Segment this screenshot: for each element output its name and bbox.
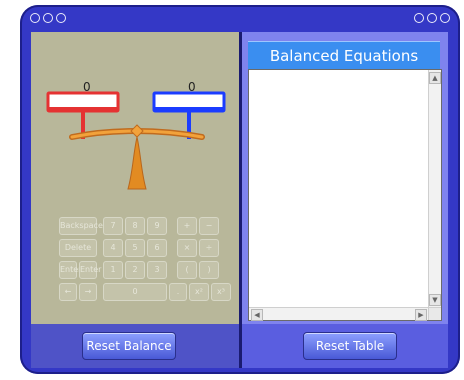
scroll-down-arrow-icon[interactable]: ▼ (429, 294, 441, 306)
key-8[interactable]: 8 (125, 217, 145, 235)
vertical-scrollbar[interactable]: ▲ ▼ (428, 70, 441, 308)
key-plus[interactable]: + (177, 217, 197, 235)
window-dot-5 (427, 13, 437, 23)
right-pan-base (154, 107, 224, 111)
key-left-arrow[interactable]: ← (59, 283, 77, 301)
key-6[interactable]: 6 (147, 239, 167, 257)
window-dot-4 (414, 13, 424, 23)
balanced-equations-table[interactable]: ▲ ▼ ◀ ▶ (248, 69, 442, 321)
scroll-right-arrow-icon[interactable]: ▶ (415, 309, 427, 321)
key-close-paren[interactable]: ) (199, 261, 219, 279)
scroll-up-arrow-icon[interactable]: ▲ (429, 72, 441, 84)
key-minus[interactable]: − (199, 217, 219, 235)
key-1[interactable]: 1 (103, 261, 123, 279)
pivot-diamond (130, 124, 144, 138)
keypad: Backspace 7 8 9 + − Delete 4 5 6 × ÷ Ent… (59, 217, 247, 303)
key-multiply[interactable]: × (177, 239, 197, 257)
key-9[interactable]: 9 (147, 217, 167, 235)
window-dot-6 (440, 13, 450, 23)
key-5[interactable]: 5 (125, 239, 145, 257)
key-4[interactable]: 4 (103, 239, 123, 257)
key-0[interactable]: 0 (103, 283, 167, 301)
scroll-left-arrow-icon[interactable]: ◀ (251, 309, 263, 321)
key-x-cubed[interactable]: x³ (211, 283, 231, 301)
key-2[interactable]: 2 (125, 261, 145, 279)
key-7[interactable]: 7 (103, 217, 123, 235)
key-decimal[interactable]: . (169, 283, 187, 301)
key-enter-right[interactable]: Enter (79, 261, 101, 279)
key-delete[interactable]: Delete (59, 239, 97, 257)
window-dot-2 (43, 13, 53, 23)
key-3[interactable]: 3 (147, 261, 167, 279)
key-right-arrow[interactable]: → (79, 283, 97, 301)
window-right-dots (414, 13, 450, 23)
reset-balance-button[interactable]: Reset Balance (82, 332, 176, 360)
window-left-dots (30, 13, 66, 23)
balance-stand (127, 136, 147, 190)
key-divide[interactable]: ÷ (199, 239, 219, 257)
window-dot-3 (56, 13, 66, 23)
key-enter-left[interactable]: Enter (59, 261, 81, 279)
reset-table-button[interactable]: Reset Table (303, 332, 397, 360)
left-pan-base (48, 107, 118, 111)
key-x-squared[interactable]: x² (189, 283, 209, 301)
key-open-paren[interactable]: ( (177, 261, 197, 279)
scroll-corner (428, 307, 441, 320)
key-backspace[interactable]: Backspace (59, 217, 103, 235)
window-dot-1 (30, 13, 40, 23)
balanced-equations-title: Balanced Equations (248, 41, 440, 70)
horizontal-scrollbar[interactable]: ◀ ▶ (249, 307, 429, 321)
balance-scale (46, 91, 226, 190)
app-window: 0 0 Backspace 7 8 9 + − Delete 4 5 6 × ÷… (20, 5, 460, 374)
